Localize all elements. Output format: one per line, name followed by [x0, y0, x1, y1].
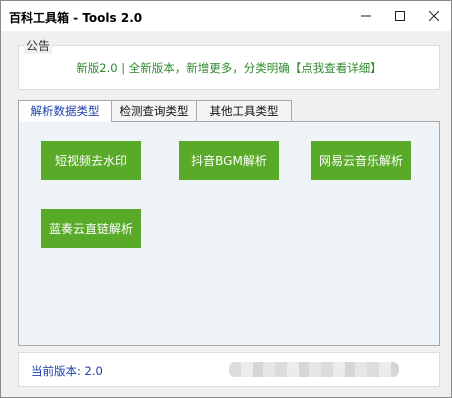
- tab-detect-query[interactable]: 检测查询类型: [110, 100, 198, 121]
- minimize-icon: [361, 15, 371, 17]
- close-icon: [429, 11, 439, 21]
- douyin-bgm-button[interactable]: 抖音BGM解析: [179, 141, 279, 180]
- minimize-button[interactable]: [349, 1, 383, 31]
- notice-legend: 公告: [24, 37, 53, 54]
- tab-other-tools[interactable]: 其他工具类型: [196, 100, 292, 121]
- short-video-watermark-button[interactable]: 短视频去水印: [41, 141, 141, 180]
- status-bar: 当前版本: 2.0: [18, 352, 440, 387]
- tab-panel: 短视频去水印 抖音BGM解析 网易云音乐解析 蓝奏云直链解析: [18, 121, 440, 346]
- maximize-button[interactable]: [383, 1, 417, 31]
- maximize-icon: [395, 11, 405, 21]
- title-bar[interactable]: 百科工具箱 - Tools 2.0: [1, 1, 451, 31]
- notice-box: 新版2.0 | 全新版本，新增更多，分类明确【点我查看详细】: [18, 45, 440, 90]
- netease-music-button[interactable]: 网易云音乐解析: [311, 141, 411, 180]
- notice-link[interactable]: 新版2.0 | 全新版本，新增更多，分类明确【点我查看详细】: [19, 60, 439, 76]
- redacted-area: [229, 362, 399, 377]
- close-button[interactable]: [417, 1, 451, 31]
- lanzou-direct-link-button[interactable]: 蓝奏云直链解析: [41, 209, 141, 248]
- window-title: 百科工具箱 - Tools 2.0: [9, 11, 143, 25]
- version-label: 当前版本: 2.0: [31, 364, 103, 378]
- tab-parse-data[interactable]: 解析数据类型: [18, 100, 112, 122]
